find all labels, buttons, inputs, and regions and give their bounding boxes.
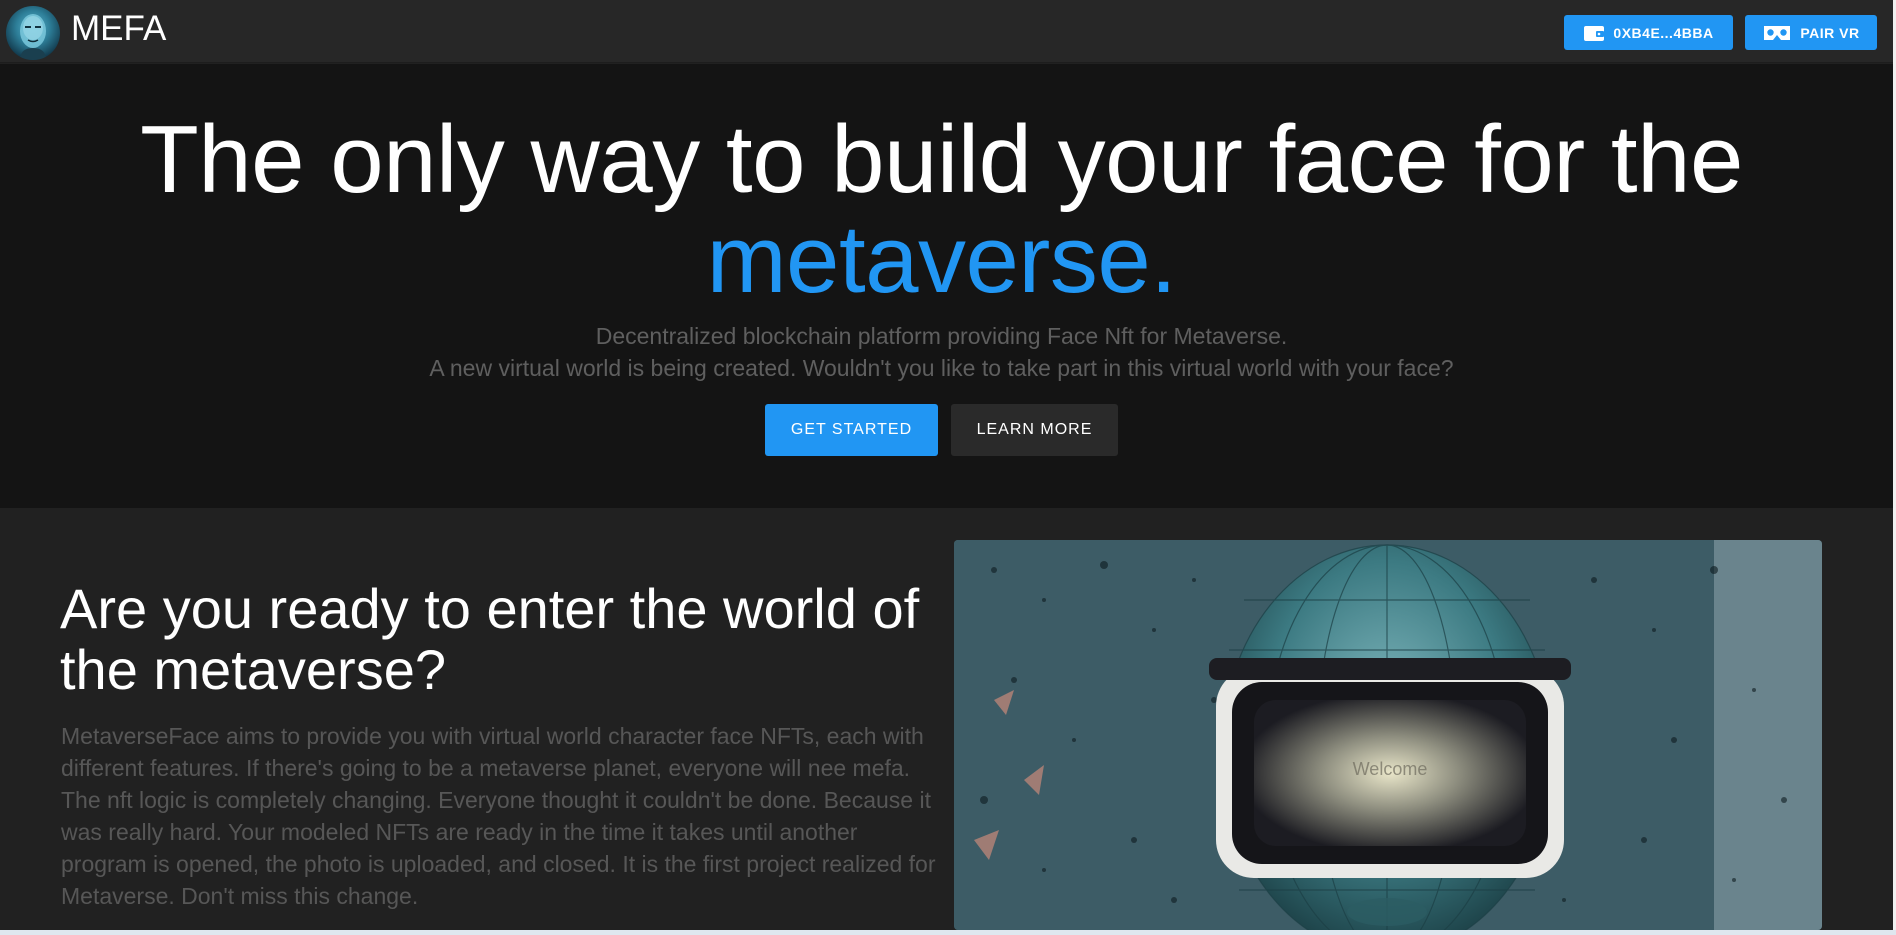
vr-headset-image: Welcome bbox=[954, 540, 1822, 930]
hero-subtitle: Decentralized blockchain platform provid… bbox=[0, 320, 1883, 384]
hero-subtitle-line-1: Decentralized blockchain platform provid… bbox=[595, 323, 1288, 349]
learn-more-button[interactable]: LEARN MORE bbox=[951, 404, 1118, 456]
hero-title: The only way to build your face for the … bbox=[0, 110, 1883, 310]
hero-title-accent: metaverse. bbox=[706, 206, 1177, 313]
feature-section: Are you ready to enter the world of the … bbox=[0, 508, 1893, 930]
pair-vr-label: PAIR VR bbox=[1800, 24, 1860, 41]
hero-subtitle-line-2: A new virtual world is being created. Wo… bbox=[429, 355, 1454, 381]
wallet-icon bbox=[1583, 24, 1605, 42]
wallet-address-button[interactable]: 0XB4E...4BBA bbox=[1564, 15, 1733, 50]
brand-name[interactable]: MEFA bbox=[71, 9, 166, 49]
logo-avatar-icon[interactable] bbox=[6, 6, 60, 60]
bottom-strip bbox=[0, 930, 1896, 935]
feature-heading: Are you ready to enter the world of the … bbox=[60, 577, 920, 701]
vr-headset-icon bbox=[1762, 24, 1792, 42]
pair-vr-button[interactable]: PAIR VR bbox=[1745, 15, 1877, 50]
navbar: MEFA 0XB4E...4BBA PAIR VR bbox=[0, 0, 1893, 63]
hero-section: The only way to build your face for the … bbox=[0, 64, 1893, 508]
main-column: MEFA 0XB4E...4BBA PAIR VR The only way t… bbox=[0, 0, 1893, 930]
feature-body: MetaverseFace aims to provide you with v… bbox=[61, 723, 936, 909]
hero-title-line: The only way to build your face for the bbox=[140, 106, 1743, 213]
wallet-address-label: 0XB4E...4BBA bbox=[1613, 24, 1714, 41]
get-started-button[interactable]: GET STARTED bbox=[765, 404, 938, 456]
page: MEFA 0XB4E...4BBA PAIR VR The only way t… bbox=[0, 0, 1896, 935]
vr-screen-text: Welcome bbox=[1353, 759, 1428, 779]
